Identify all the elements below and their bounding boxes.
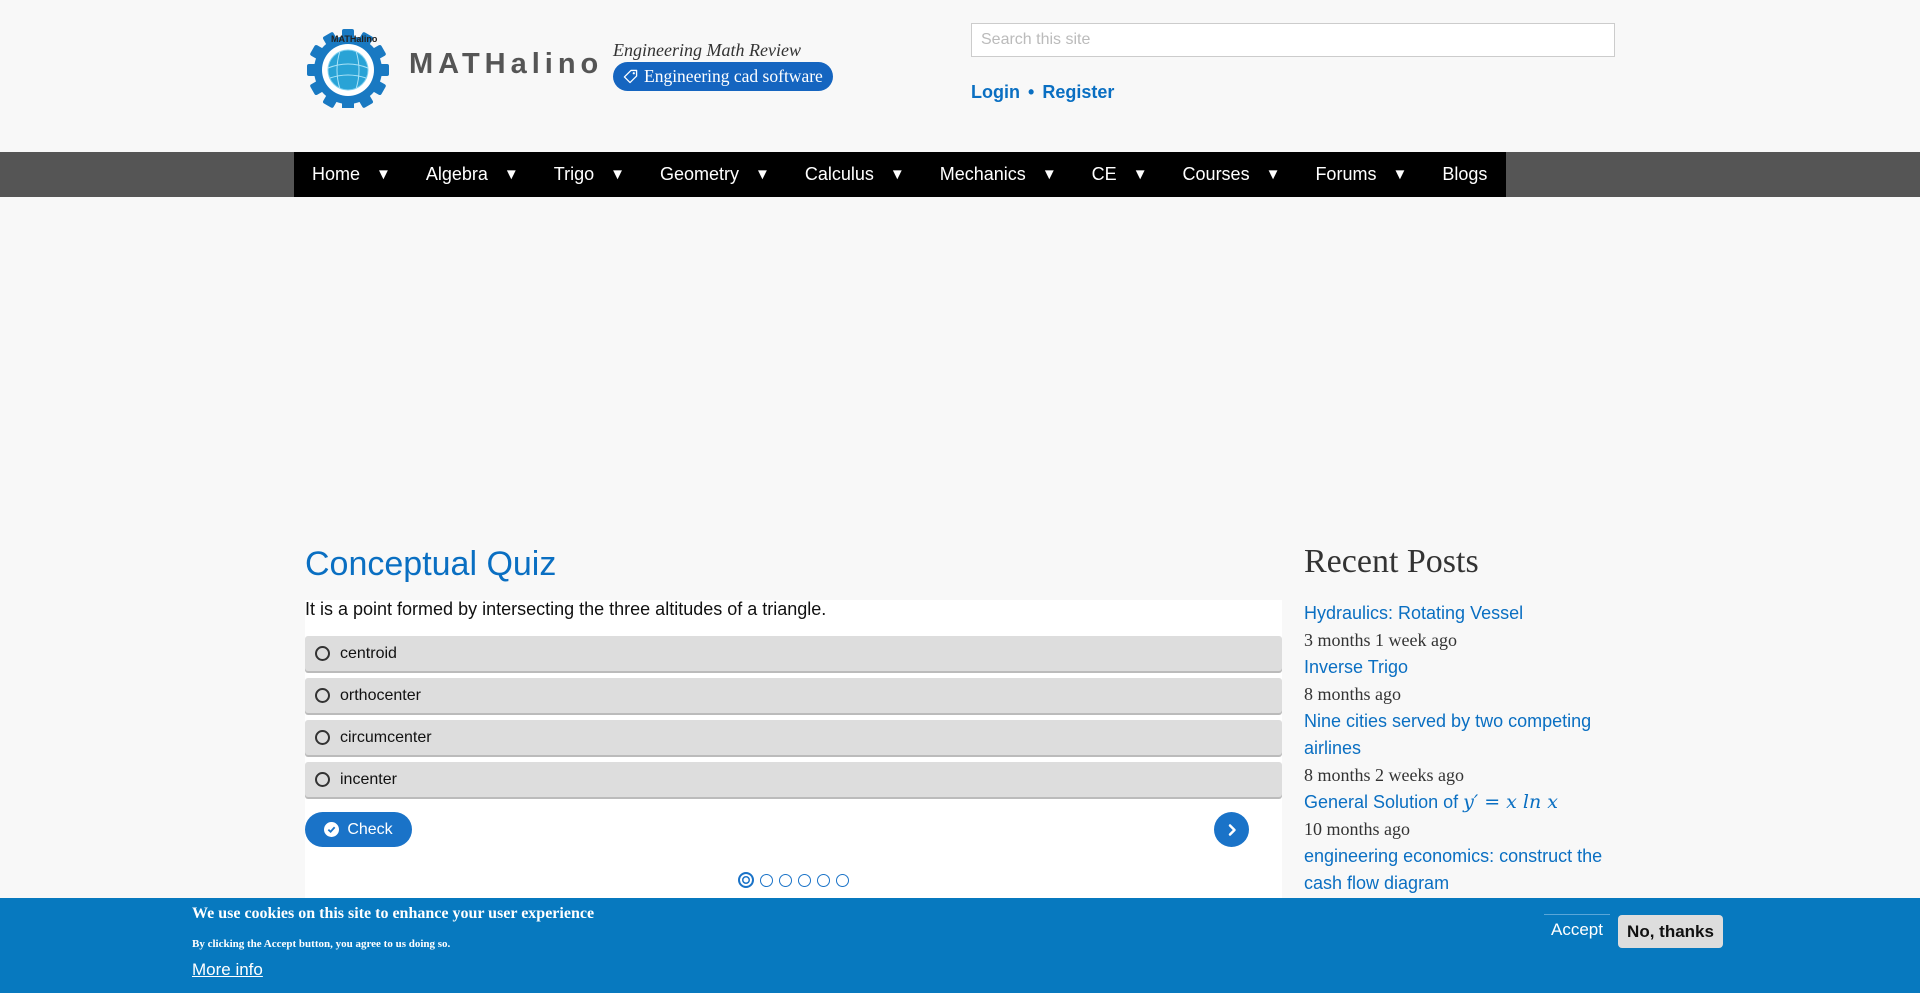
nav-item-trigo[interactable]: Trigo ▼ <box>536 152 642 197</box>
dropdown-arrow-icon[interactable]: ▼ <box>1392 166 1407 183</box>
recent-posts-title: Recent Posts <box>1304 543 1479 580</box>
auth-separator: • <box>1028 82 1035 102</box>
accept-button[interactable]: Accept <box>1544 914 1610 945</box>
post-time: 3 months 1 week ago <box>1304 630 1457 650</box>
post-link-math: y′ = x ln x <box>1463 791 1558 813</box>
site-name[interactable]: MATHalino <box>409 48 603 81</box>
cookie-subtitle: By clicking the Accept button, you agree… <box>192 938 451 950</box>
next-question-button[interactable] <box>1214 812 1249 847</box>
quiz-option-orthocenter[interactable]: orthocenter <box>305 678 1282 713</box>
pagination-dot[interactable] <box>738 872 754 888</box>
cad-badge-label: Engineering cad software <box>644 66 823 86</box>
nav-label: Trigo <box>553 164 595 184</box>
check-button-label: Check <box>347 820 393 838</box>
nav-item-forums[interactable]: Forums ▼ <box>1297 152 1424 197</box>
dropdown-arrow-icon[interactable]: ▼ <box>1266 166 1281 183</box>
cookie-title: We use cookies on this site to enhance y… <box>192 905 595 922</box>
dropdown-arrow-icon[interactable]: ▼ <box>890 166 905 183</box>
quiz-option-circumcenter[interactable]: circumcenter <box>305 720 1282 755</box>
option-label: centroid <box>340 644 397 662</box>
nav-item-ce[interactable]: CE ▼ <box>1074 152 1165 197</box>
option-label: orthocenter <box>340 686 421 704</box>
post-link[interactable]: General Solution of y′ = x ln x <box>1304 789 1624 816</box>
recent-posts-list: Hydraulics: Rotating Vessel 3 months 1 w… <box>1304 600 1624 897</box>
dropdown-arrow-icon[interactable]: ▼ <box>1133 166 1148 183</box>
post-time: 10 months ago <box>1304 819 1410 839</box>
post-time: 8 months ago <box>1304 684 1401 704</box>
main-navbar: Home ▼ Algebra ▼ Trigo ▼ Geometry ▼ Calculus… <box>0 152 1920 197</box>
radio-button[interactable] <box>315 688 330 703</box>
chevron-right-icon <box>1228 823 1236 836</box>
dropdown-arrow-icon[interactable]: ▼ <box>376 166 391 183</box>
pagination-dot[interactable] <box>836 873 849 887</box>
engineering-cad-badge[interactable]: Engineering cad software <box>613 62 833 91</box>
main-menu: Home ▼ Algebra ▼ Trigo ▼ Geometry ▼ Calculus… <box>294 152 1507 197</box>
post-link[interactable]: engineering economics: construct the cas… <box>1304 843 1624 897</box>
pagination-dot[interactable] <box>817 873 830 887</box>
quiz-pagination <box>738 872 849 888</box>
nav-label: Algebra <box>425 164 488 184</box>
quiz-option-incenter[interactable]: incenter <box>305 762 1282 797</box>
nav-item-mechanics[interactable]: Mechanics ▼ <box>922 152 1074 197</box>
dropdown-arrow-icon[interactable]: ▼ <box>1042 166 1057 183</box>
more-info-link[interactable]: More info <box>192 960 263 980</box>
quiz-title[interactable]: Conceptual Quiz <box>305 545 556 584</box>
pagination-dot[interactable] <box>798 873 811 887</box>
site-slogan: Engineering Math Review <box>613 40 801 60</box>
check-button[interactable]: Check <box>305 812 412 847</box>
quiz-question: It is a point formed by intersecting the… <box>305 599 827 619</box>
logo-wordmark: MATHalino <box>331 34 378 44</box>
nav-item-blogs[interactable]: Blogs <box>1424 152 1506 197</box>
option-label: incenter <box>340 770 397 788</box>
check-circle-icon <box>324 822 340 837</box>
dropdown-arrow-icon[interactable]: ▼ <box>504 166 519 183</box>
post-link-text: General Solution of <box>1304 792 1459 812</box>
radio-button[interactable] <box>315 646 330 661</box>
nav-label: Forums <box>1315 164 1377 184</box>
nav-item-home[interactable]: Home ▼ <box>294 152 408 197</box>
nav-label: Calculus <box>804 164 874 184</box>
nav-label: Geometry <box>659 164 740 184</box>
cookie-banner: We use cookies on this site to enhance y… <box>0 898 1920 993</box>
nav-label: Mechanics <box>939 164 1026 184</box>
post-time: 8 months 2 weeks ago <box>1304 765 1464 785</box>
decline-button[interactable]: No, thanks <box>1618 915 1723 948</box>
pagination-dot[interactable] <box>779 873 792 887</box>
login-link[interactable]: Login <box>971 82 1020 102</box>
nav-label: Courses <box>1182 164 1250 184</box>
quiz-option-centroid[interactable]: centroid <box>305 636 1282 671</box>
site-header: MATHalino MATHalino Engineering Math Rev… <box>0 0 1920 152</box>
nav-item-calculus[interactable]: Calculus ▼ <box>787 152 922 197</box>
option-label: circumcenter <box>340 728 432 746</box>
radio-button[interactable] <box>315 772 330 787</box>
tag-icon <box>623 69 638 84</box>
dropdown-arrow-icon[interactable]: ▼ <box>755 166 770 183</box>
post-link[interactable]: Inverse Trigo <box>1304 654 1624 681</box>
nav-item-geometry[interactable]: Geometry ▼ <box>642 152 787 197</box>
nav-label: Home <box>312 164 361 184</box>
nav-label: CE <box>1091 164 1117 184</box>
post-link[interactable]: Hydraulics: Rotating Vessel <box>1304 600 1624 627</box>
nav-item-courses[interactable]: Courses ▼ <box>1165 152 1298 197</box>
search-input[interactable] <box>971 23 1615 57</box>
auth-links: Login • Register <box>971 82 1114 103</box>
nav-item-algebra[interactable]: Algebra ▼ <box>408 152 536 197</box>
pagination-dot[interactable] <box>760 873 773 887</box>
dropdown-arrow-icon[interactable]: ▼ <box>610 166 625 183</box>
nav-label: Blogs <box>1442 164 1488 184</box>
register-link[interactable]: Register <box>1042 82 1114 102</box>
post-link[interactable]: Nine cities served by two competing airl… <box>1304 708 1624 762</box>
radio-button[interactable] <box>315 730 330 745</box>
site-logo[interactable]: MATHalino <box>306 28 390 111</box>
